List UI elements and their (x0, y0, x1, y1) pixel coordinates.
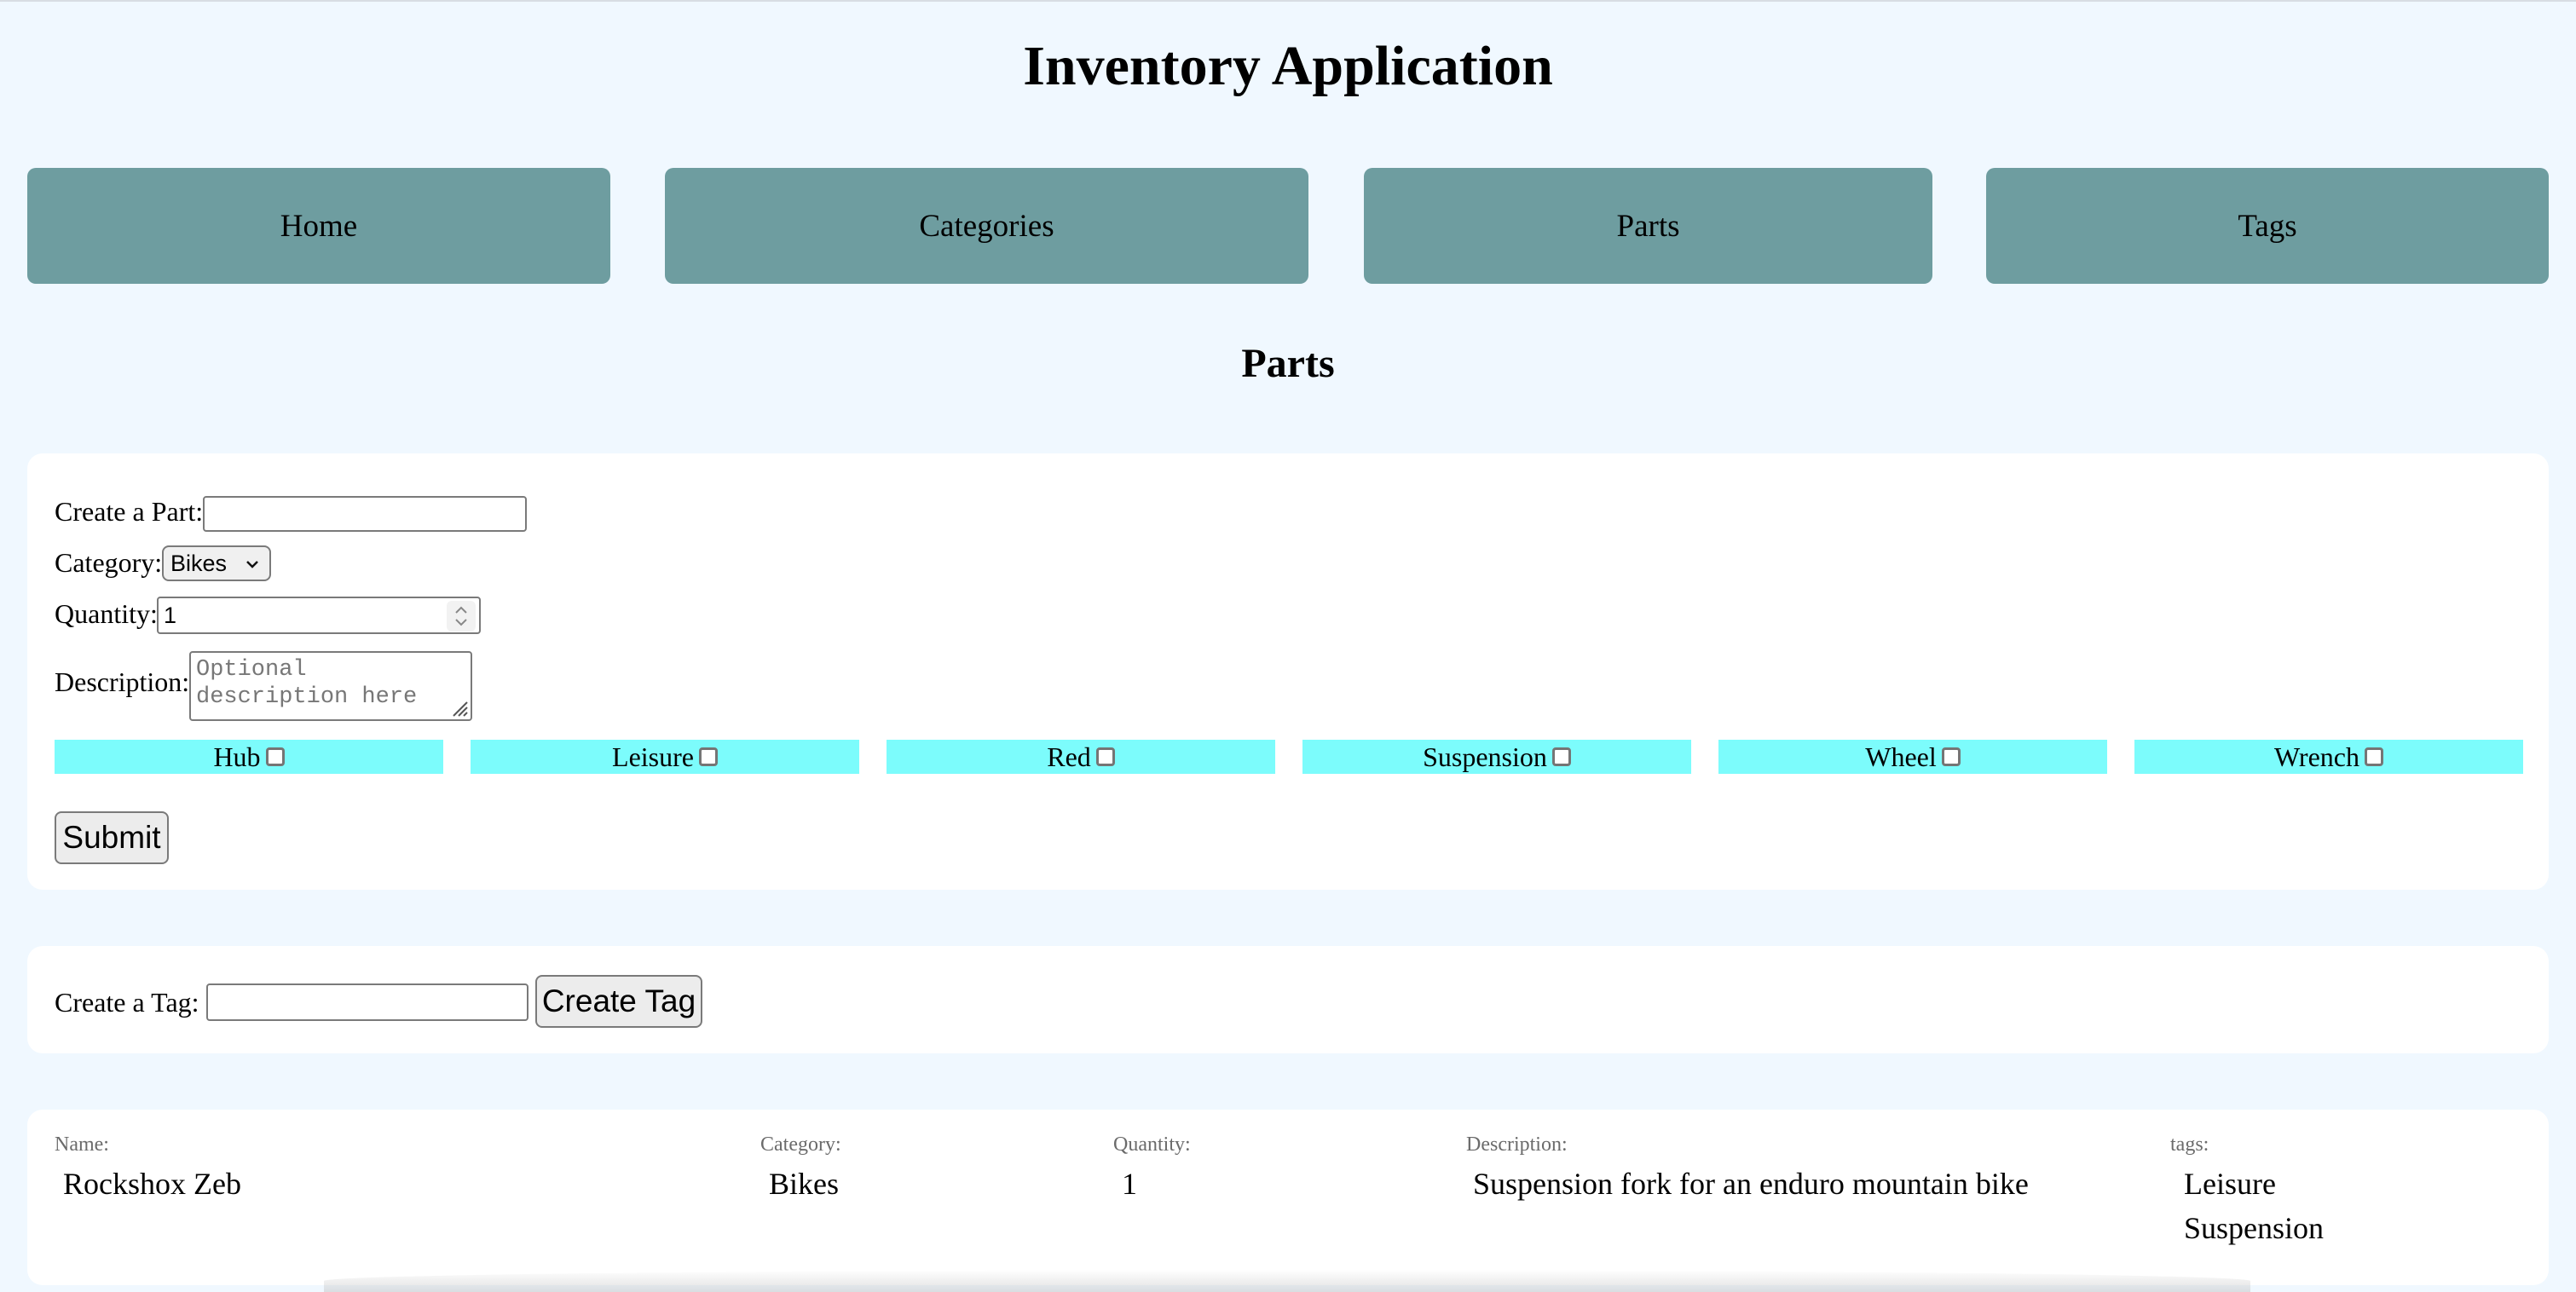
resize-grip-icon[interactable] (448, 697, 469, 718)
part-name: Rockshox Zeb (63, 1167, 241, 1201)
scroll-shadow (324, 1270, 2250, 1292)
create-tag-form: Create a Tag: Create Tag (27, 946, 2549, 1053)
section-title: Parts (1241, 341, 1335, 386)
tag-option-label: Leisure (612, 741, 694, 772)
category-header: Category: (760, 1133, 841, 1156)
tags-header: tags: (2170, 1133, 2209, 1156)
tag-checkbox[interactable] (1551, 747, 1571, 766)
chevron-down-icon (246, 561, 258, 568)
tag-checkbox[interactable] (2364, 747, 2383, 766)
app-title: Inventory Application (1023, 35, 1553, 97)
tag-option-wheel[interactable]: Wheel (1718, 740, 2107, 774)
tag-option-hub[interactable]: Hub (55, 740, 443, 774)
tag-checkbox[interactable] (698, 747, 718, 766)
part-category: Bikes (769, 1167, 840, 1201)
tag-option-label: Suspension (1423, 741, 1547, 772)
tag-option-suspension[interactable]: Suspension (1302, 740, 1691, 774)
quantity-value: 1 (164, 602, 177, 628)
create-part-form: Create a Part: Category: Bikes Quantity:… (27, 453, 2549, 890)
quantity-header: Quantity: (1113, 1133, 1191, 1156)
tag-option-label: Wrench (2274, 741, 2359, 772)
tag-name-label: Create a Tag: (55, 987, 199, 1018)
name-header: Name: (55, 1133, 109, 1156)
category-select[interactable]: Bikes (162, 545, 271, 581)
quantity-label: Quantity: (55, 598, 158, 629)
description-textarea[interactable]: Optional description here (189, 651, 472, 721)
tag-checkbox[interactable] (1095, 747, 1115, 766)
description-placeholder: Optional description here (196, 657, 418, 710)
tag-option-red[interactable]: Red (887, 740, 1275, 774)
tag-option-label: Hub (213, 741, 261, 772)
submit-button[interactable]: Submit (55, 811, 169, 864)
nav-tags-button[interactable]: Tags (1986, 168, 2549, 284)
description-label: Description: (55, 666, 190, 697)
quantity-stepper[interactable]: 1 (157, 597, 481, 634)
parts-list: Name: Category: Quantity: Description: t… (27, 1110, 2549, 1285)
nav-home-button[interactable]: Home (27, 168, 610, 284)
nav-parts-button[interactable]: Parts (1364, 168, 1932, 284)
category-label: Category: (55, 547, 163, 578)
tag-option-label: Wheel (1865, 741, 1937, 772)
tag-option-label: Red (1047, 741, 1091, 772)
description-header: Description: (1466, 1133, 1568, 1156)
tag-checkbox[interactable] (265, 747, 285, 766)
spinner-arrows-icon[interactable] (447, 601, 476, 632)
part-description: Suspension fork for an enduro mountain b… (1473, 1167, 2029, 1201)
part-quantity: 1 (1122, 1167, 1137, 1201)
create-tag-button[interactable]: Create Tag (535, 975, 702, 1028)
part-name-label: Create a Part: (55, 496, 204, 527)
category-selected-value: Bikes (170, 550, 228, 576)
part-name-input[interactable] (203, 496, 527, 532)
tag-option-wrench[interactable]: Wrench (2134, 740, 2523, 774)
tag-option-leisure[interactable]: Leisure (471, 740, 859, 774)
tag-checkbox[interactable] (1941, 747, 1961, 766)
part-tag: Leisure (2184, 1167, 2276, 1201)
tag-name-input[interactable] (206, 983, 528, 1021)
part-tag: Suspension (2184, 1211, 2325, 1245)
nav-categories-button[interactable]: Categories (665, 168, 1308, 284)
